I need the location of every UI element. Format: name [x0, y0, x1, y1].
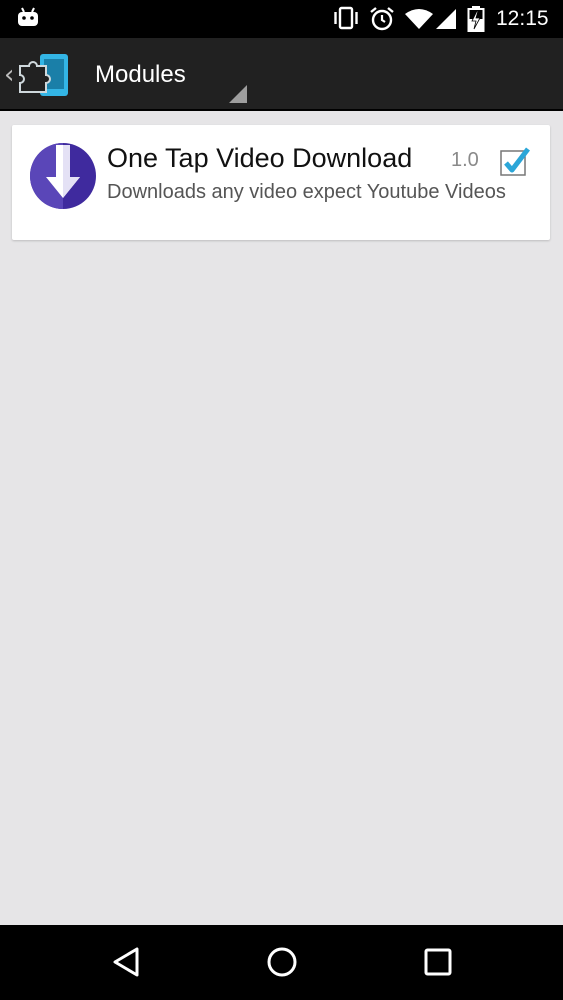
dropdown-indicator-icon[interactable]: [229, 85, 247, 103]
battery-charging-icon: [467, 6, 485, 37]
wifi-icon: [404, 8, 434, 35]
android-notification-icon: [17, 7, 39, 32]
module-name: One Tap Video Download: [107, 143, 413, 173]
home-icon[interactable]: [265, 945, 299, 984]
up-navigation-icon[interactable]: ‹: [4, 60, 14, 90]
module-version: 1.0: [451, 149, 479, 171]
recents-icon[interactable]: [423, 945, 453, 984]
action-bar-divider: [0, 109, 563, 111]
status-bar: 12:15: [0, 0, 563, 38]
module-description: Downloads any video expect Youtube Video…: [107, 181, 506, 203]
action-bar: ‹ Modules: [0, 38, 563, 111]
module-enabled-checkbox[interactable]: [499, 145, 531, 182]
download-arrow-icon: [30, 143, 96, 214]
status-time: 12:15: [496, 7, 549, 30]
navigation-bar: [0, 925, 563, 1000]
back-icon[interactable]: [111, 945, 141, 984]
vibrate-icon: [332, 6, 360, 35]
alarm-icon: [369, 6, 395, 37]
module-list-item[interactable]: One Tap Video Download 1.0 Downloads any…: [12, 125, 550, 240]
page-title[interactable]: Modules: [95, 61, 186, 89]
xposed-puzzle-icon[interactable]: [18, 52, 70, 103]
signal-icon: [435, 8, 457, 35]
